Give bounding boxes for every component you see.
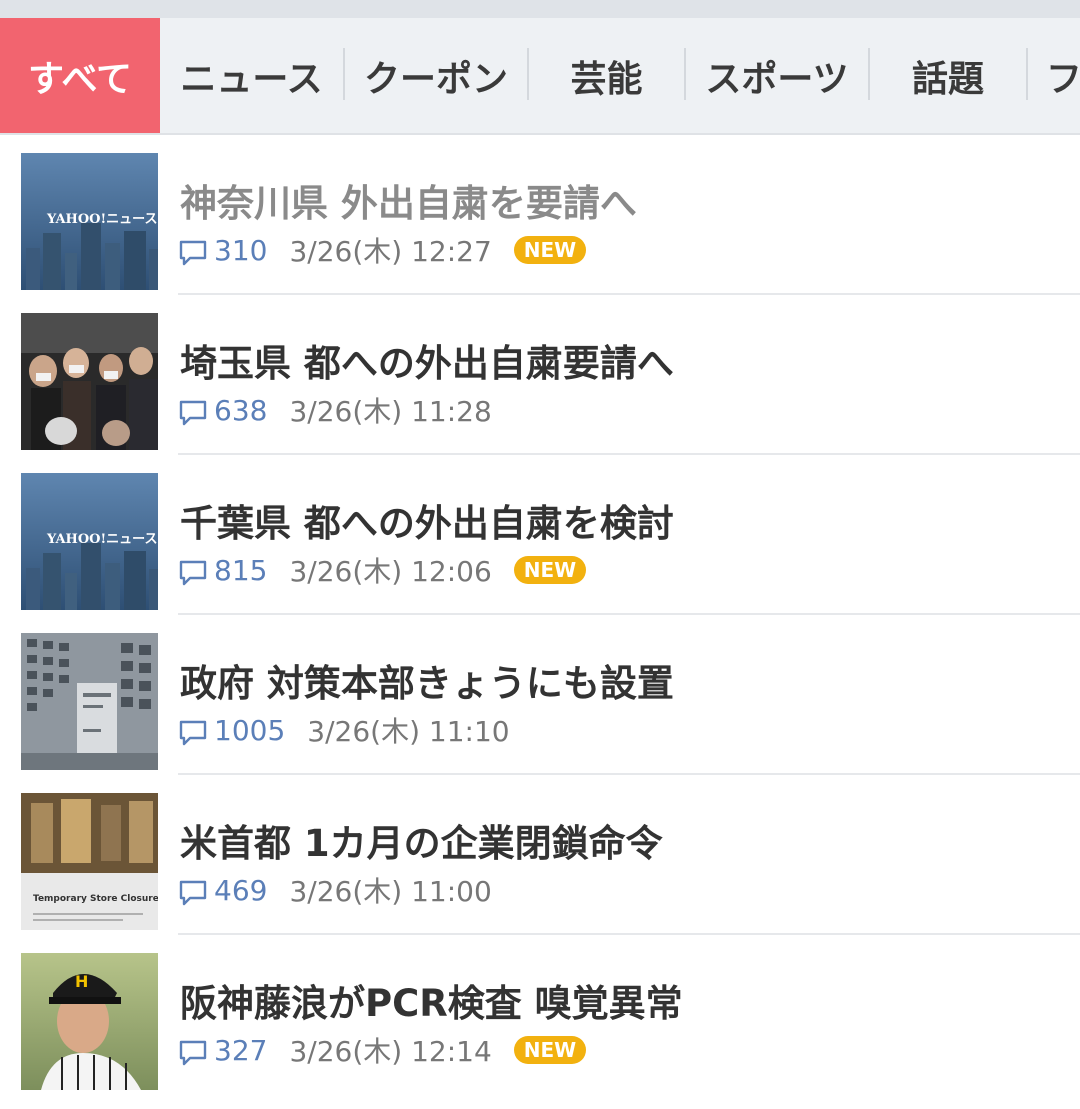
tab-topics[interactable]: 話題 [870, 18, 1026, 133]
tab-news[interactable]: ニュース [160, 18, 343, 133]
tab-more-partial[interactable]: フ [1028, 18, 1080, 133]
article-item[interactable]: 政府 対策本部きょうにも設置 1005 3/26(木) 11:10 [0, 615, 1080, 775]
article-title[interactable]: 埼玉県 都への外出自粛要請へ [180, 333, 674, 387]
category-tab-bar: すべて ニュース クーポン 芸能 スポーツ 話題 フ [0, 18, 1080, 135]
yahoo-news-city-thumbnail: YAHOO!ニュース [21, 153, 158, 290]
article-meta: 815 3/26(木) 12:06 NEW [178, 550, 587, 590]
new-badge: NEW [513, 236, 587, 264]
comment-count: 310 [214, 233, 268, 267]
svg-text:Temporary Store Closure: Temporary Store Closure [33, 894, 158, 904]
article-date: 3/26(木) 12:27 [289, 235, 492, 268]
comment-icon [179, 400, 207, 426]
svg-text:H: H [75, 972, 88, 991]
comment-count: 638 [214, 393, 268, 427]
comment-count: 469 [214, 873, 268, 907]
tab-coupon[interactable]: クーポン [345, 18, 527, 133]
article-date: 3/26(木) 12:14 [289, 1035, 492, 1068]
article-item[interactable]: 埼玉県 都への外出自粛要請へ 638 3/26(木) 11:28 [0, 295, 1080, 455]
comment-count: 815 [214, 553, 268, 587]
article-title[interactable]: 米首都 1カ月の企業閉鎖命令 [180, 813, 663, 867]
new-badge: NEW [513, 556, 587, 584]
tab-sports[interactable]: スポーツ [686, 18, 868, 133]
comment-icon [179, 720, 207, 746]
comment-icon [179, 560, 207, 586]
comment-icon [179, 240, 207, 266]
article-meta: 1005 3/26(木) 11:10 [178, 710, 510, 750]
crowd-photo-thumbnail [21, 313, 158, 450]
article-item[interactable]: YAHOO!ニュース 神奈川県 外出自粛を要請へ 310 3/26(木) 12:… [0, 135, 1080, 295]
article-meta: 327 3/26(木) 12:14 NEW [178, 1030, 587, 1070]
baseball-player-thumbnail: H [21, 953, 158, 1090]
article-meta: 310 3/26(木) 12:27 NEW [178, 230, 587, 270]
comment-icon [179, 1040, 207, 1066]
article-title[interactable]: 政府 対策本部きょうにも設置 [180, 653, 674, 707]
government-building-thumbnail [21, 633, 158, 770]
article-meta: 638 3/26(木) 11:28 [178, 390, 492, 430]
svg-text:YAHOO!ニュース: YAHOO!ニュース [46, 532, 158, 547]
yahoo-news-city-thumbnail: YAHOO!ニュース [21, 473, 158, 610]
status-bar-strip [0, 0, 1080, 18]
article-meta: 469 3/26(木) 11:00 [178, 870, 492, 910]
article-date: 3/26(木) 11:00 [289, 875, 492, 908]
article-date: 3/26(木) 12:06 [289, 555, 492, 588]
new-badge: NEW [513, 1036, 587, 1064]
article-item[interactable]: H 阪神藤浪がPCR検査 嗅覚異常 327 3/26(木) 12:14 NEW [0, 935, 1080, 1095]
article-title[interactable]: 神奈川県 外出自粛を要請へ [180, 173, 637, 227]
article-date: 3/26(木) 11:10 [307, 715, 510, 748]
article-title[interactable]: 阪神藤浪がPCR検査 嗅覚異常 [180, 973, 683, 1027]
comment-count: 1005 [214, 713, 286, 747]
article-date: 3/26(木) 11:28 [289, 395, 492, 428]
comment-icon [179, 880, 207, 906]
svg-text:YAHOO!ニュース: YAHOO!ニュース [46, 212, 158, 227]
article-item[interactable]: Temporary Store Closure 米首都 1カ月の企業閉鎖命令 4… [0, 775, 1080, 935]
article-item[interactable]: YAHOO!ニュース 千葉県 都への外出自粛を検討 815 3/26(木) 12… [0, 455, 1080, 615]
tab-all[interactable]: すべて [0, 18, 160, 133]
comment-count: 327 [214, 1033, 268, 1067]
store-closure-thumbnail: Temporary Store Closure [21, 793, 158, 930]
tab-entertainment[interactable]: 芸能 [529, 18, 684, 133]
article-title[interactable]: 千葉県 都への外出自粛を検討 [180, 493, 674, 547]
